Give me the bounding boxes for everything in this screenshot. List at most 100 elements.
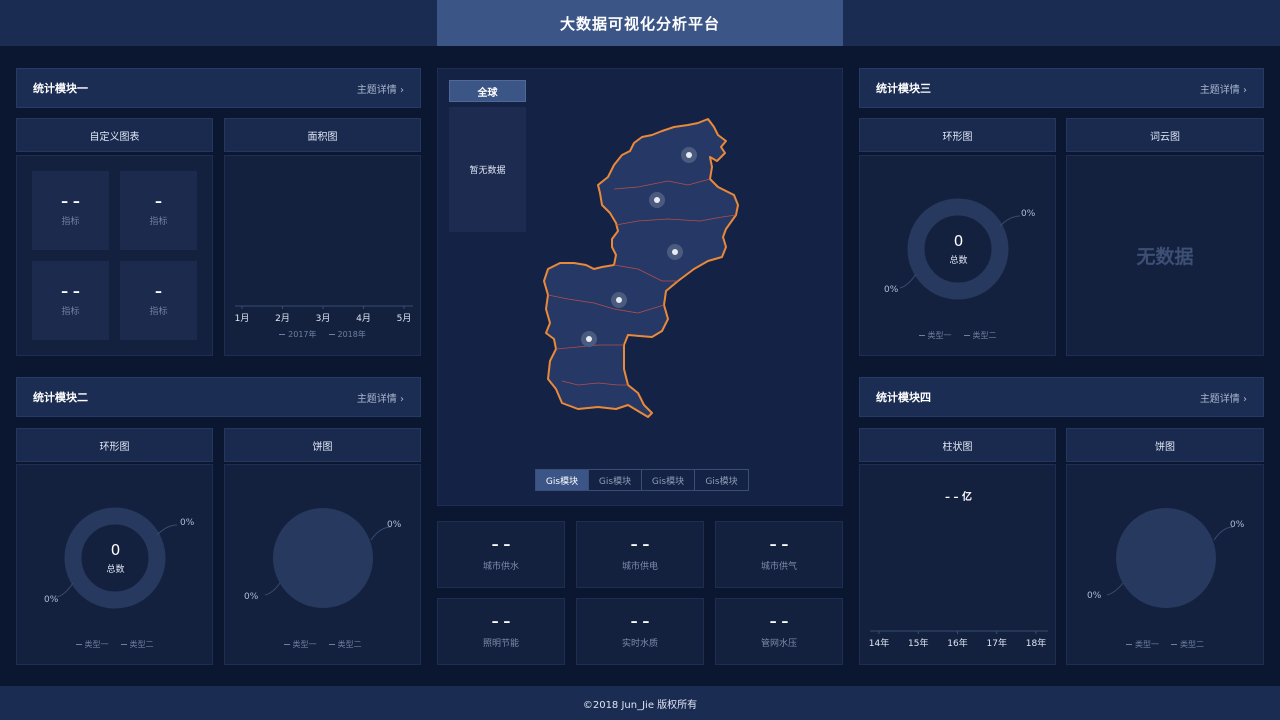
- wordcloud-header: 词云图: [1066, 118, 1264, 152]
- x-tick-label: 14年: [869, 637, 889, 649]
- module-title: 统计模块四: [876, 391, 931, 404]
- page-title: 大数据可视化分析平台: [437, 0, 843, 46]
- metric-card: – – 指标: [32, 261, 109, 340]
- chevron-right-icon: ›: [1243, 84, 1247, 96]
- stat-card-pipe-pressure: – – 管网水压: [715, 598, 843, 665]
- x-tick-label: 17年: [987, 637, 1007, 649]
- metric-label: 指标: [149, 217, 168, 227]
- pct-label: 0%: [884, 285, 899, 295]
- pct-label: 0%: [1021, 209, 1036, 219]
- stat-value: – –: [491, 614, 511, 630]
- detail-label: 主题详情: [356, 393, 397, 405]
- x-tick-label: 5月: [397, 313, 412, 324]
- module-title: 统计模块三: [876, 82, 931, 95]
- tab-gis-2[interactable]: Gis模块: [589, 470, 642, 490]
- bar-chart-svg: 14年 15年 16年 17年 18年: [869, 630, 1048, 649]
- x-tick-label: 16年: [947, 637, 967, 649]
- pie-slice: [273, 508, 373, 608]
- pie-legend: 类型一 类型二: [1067, 639, 1263, 650]
- ring-chart-panel: 0 总数 0% 0% 类型一 类型二: [16, 464, 213, 665]
- legend-item: 类型二: [963, 330, 997, 341]
- module-three-header: 统计模块三 主题详情 ›: [859, 68, 1264, 108]
- x-tick-label: 3月: [316, 313, 331, 324]
- chevron-right-icon: ›: [400, 84, 404, 96]
- metric-card: – 指标: [120, 261, 197, 340]
- legend-label: 类型二: [129, 640, 154, 649]
- stat-value: – –: [769, 614, 789, 630]
- pie-chart-panel: 0% 0% 类型一 类型二: [224, 464, 421, 665]
- module-two-header: 统计模块二 主题详情 ›: [16, 377, 421, 417]
- x-tick-label: 18年: [1026, 637, 1046, 649]
- module-three-detail-link[interactable]: 主题详情 ›: [1200, 81, 1247, 96]
- footer-copyright: ©2018 Jun_Jie 版权所有: [0, 686, 1280, 720]
- ring-legend: 类型一 类型二: [860, 330, 1055, 341]
- x-tick-label: 4月: [356, 313, 371, 324]
- map-region-outline[interactable]: [543, 118, 739, 418]
- tab-gis-3[interactable]: Gis模块: [642, 470, 695, 490]
- x-tick-label: 1月: [235, 313, 250, 324]
- pie-chart-svg: [264, 508, 392, 608]
- stat-value: – –: [491, 537, 511, 553]
- wordcloud-empty-text: 无数据: [1136, 246, 1194, 268]
- metric-value: –: [155, 284, 162, 300]
- x-tick-label: 2月: [275, 313, 290, 324]
- module-one-detail-link[interactable]: 主题详情 ›: [357, 81, 404, 96]
- legend-item: 类型二: [1171, 639, 1204, 650]
- pct-label: 0%: [1087, 591, 1102, 601]
- module-two-detail-link[interactable]: 主题详情 ›: [357, 390, 404, 405]
- area-chart-header: 面积图: [224, 118, 421, 152]
- stat-label: 实时水质: [621, 639, 658, 649]
- x-axis-ticks: 14年 15年 16年 17年 18年: [869, 631, 1046, 649]
- stat-value: – –: [630, 614, 650, 630]
- pie-chart-svg: [1106, 508, 1234, 608]
- legend-item: 类型一: [918, 330, 952, 341]
- bar-chart-header: 柱状图: [859, 428, 1056, 462]
- ring-total-label: 总数: [949, 256, 968, 266]
- tab-gis-4[interactable]: Gis模块: [695, 470, 748, 490]
- gis-map[interactable]: [438, 69, 844, 507]
- stat-value: – –: [769, 537, 789, 553]
- metric-card: – 指标: [120, 171, 197, 250]
- x-tick-label: 15年: [908, 637, 928, 649]
- detail-label: 主题详情: [1199, 84, 1240, 96]
- module-title: 统计模块一: [33, 82, 88, 95]
- custom-chart-header: 自定义图表: [16, 118, 213, 152]
- map-panel: 全球 暂无数据 Gis模块 Gis模块 Gis模块 Gis模块: [437, 68, 843, 506]
- legend-label: 2018年: [337, 330, 366, 339]
- module-one-header: 统计模块一 主题详情 ›: [16, 68, 421, 108]
- legend-label: 2017年: [288, 330, 317, 339]
- ring-total-value: 0: [110, 541, 121, 559]
- pct-label: 0%: [244, 592, 259, 602]
- pct-leader-line: [264, 582, 281, 596]
- stat-label: 照明节能: [482, 639, 519, 649]
- ring-chart-panel: 0 总数 0% 0% 类型一 类型二: [859, 155, 1056, 356]
- chevron-right-icon: ›: [1243, 393, 1247, 405]
- legend-label: 类型一: [84, 640, 109, 649]
- pct-leader-line: [156, 524, 178, 536]
- ring-chart-header: 环形图: [16, 428, 213, 462]
- stat-card-power-supply: – – 城市供电: [576, 521, 704, 588]
- ring-chart-header: 环形图: [859, 118, 1056, 152]
- legend-item: 类型二: [328, 639, 362, 650]
- ring-legend: 类型一 类型二: [17, 639, 212, 650]
- metric-value: – –: [61, 284, 80, 300]
- pct-leader-line: [999, 215, 1021, 227]
- pie-legend: 类型一 类型二: [225, 639, 420, 650]
- stat-card-gas-supply: – – 城市供气: [715, 521, 843, 588]
- stat-label: 城市供气: [760, 562, 797, 572]
- pie-chart-header: 饼图: [1066, 428, 1264, 462]
- legend-label: 类型二: [337, 640, 362, 649]
- pct-label: 0%: [1230, 520, 1245, 530]
- pct-label: 0%: [180, 518, 195, 528]
- legend-item: 类型一: [75, 639, 109, 650]
- area-legend: 2017年 2018年: [225, 329, 420, 340]
- pct-leader-line: [1106, 582, 1124, 596]
- module-four-detail-link[interactable]: 主题详情 ›: [1200, 390, 1247, 405]
- tab-gis-1[interactable]: Gis模块: [536, 470, 589, 490]
- metric-value: –: [155, 194, 162, 210]
- stat-card-water-quality: – – 实时水质: [576, 598, 704, 665]
- stat-label: 城市供电: [621, 562, 658, 572]
- ring-total-label: 总数: [106, 565, 125, 575]
- pct-label: 0%: [44, 595, 59, 605]
- metric-label: 指标: [61, 307, 80, 317]
